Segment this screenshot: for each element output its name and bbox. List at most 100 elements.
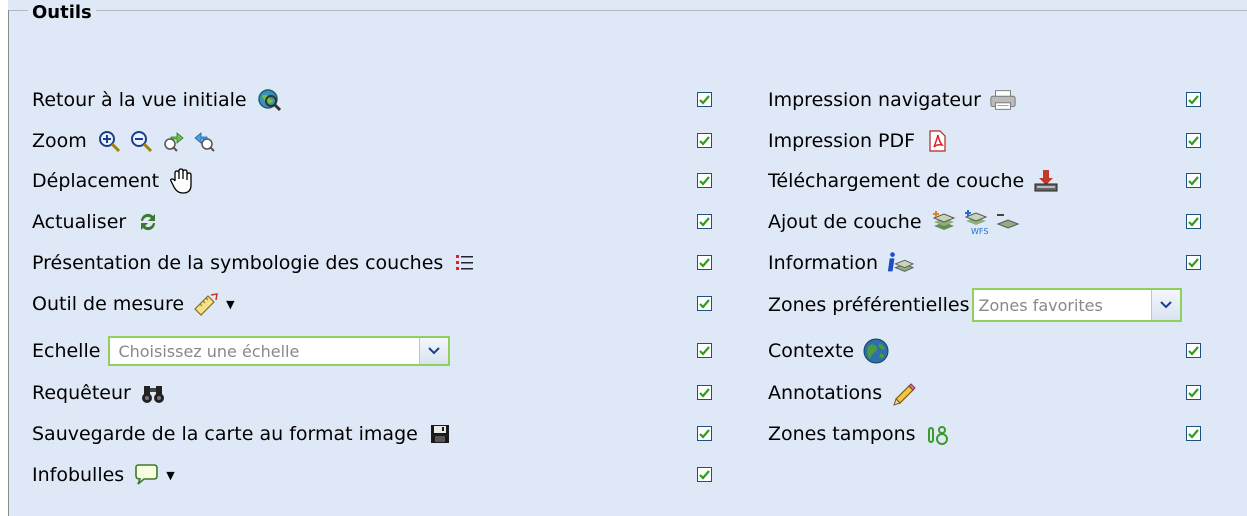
zoom-previous-icon[interactable] (191, 127, 219, 155)
tool-label: Contexte (768, 340, 855, 362)
tool-row-browser-print: Impression navigateur (768, 82, 1021, 118)
tool-label: Zones tampons (768, 423, 916, 445)
checkbox-refresh[interactable] (697, 214, 712, 229)
info-layer-icon[interactable] (886, 249, 914, 277)
tool-label: Retour à la vue initiale (32, 89, 247, 111)
checkmark-icon (1188, 94, 1199, 105)
tool-row-pan: Déplacement (32, 163, 199, 199)
checkbox-zoom[interactable] (697, 133, 712, 148)
checkmark-icon (699, 345, 710, 356)
hand-pan-icon[interactable] (167, 167, 195, 195)
printer-icon[interactable] (989, 86, 1017, 114)
tool-row-refresh: Actualiser (32, 204, 166, 240)
tool-label: Impression PDF (768, 130, 916, 152)
list-legend-icon[interactable] (451, 249, 479, 277)
refresh-icon[interactable] (134, 208, 162, 236)
checkmark-icon (699, 94, 710, 105)
panel-title: Outils (28, 3, 96, 23)
checkmark-icon (699, 298, 710, 309)
tool-label: Outil de mesure (32, 293, 185, 315)
tool-label: Echelle (32, 340, 101, 362)
checkmark-icon (699, 469, 710, 480)
checkmark-icon (699, 428, 710, 439)
checkbox-initial-view[interactable] (697, 92, 712, 107)
chevron-down-icon[interactable] (419, 338, 449, 364)
favorite-zones-select-value: Zones favorites (978, 295, 1103, 315)
add-wfs-layer-icon[interactable]: WFS (962, 208, 990, 236)
checkbox-measure[interactable] (697, 296, 712, 311)
tool-row-buffer-zones: Zones tampons (768, 416, 956, 452)
globe-icon[interactable] (862, 337, 890, 365)
zoom-in-icon[interactable] (95, 127, 123, 155)
tool-label: Infobulles (32, 464, 125, 486)
checkbox-save-image[interactable] (697, 426, 712, 441)
tool-label: Ajout de couche (768, 211, 922, 233)
tool-row-save-image: Sauvegarde de la carte au format image (32, 416, 458, 452)
chevron-down-icon[interactable] (1150, 290, 1180, 320)
checkbox-annotations[interactable] (1186, 385, 1201, 400)
checkbox-pan[interactable] (697, 173, 712, 188)
remove-layer-icon[interactable] (994, 208, 1022, 236)
tool-row-add-layer: Ajout de couche WFS (768, 204, 1026, 240)
binoculars-icon[interactable] (139, 379, 167, 407)
download-tray-icon[interactable] (1032, 167, 1060, 195)
fieldset-border-top (8, 10, 1247, 11)
checkbox-information[interactable] (1186, 255, 1201, 270)
checkmark-icon (1188, 135, 1199, 146)
tool-row-layer-download: Téléchargement de couche (768, 163, 1064, 199)
pdf-icon[interactable] (923, 127, 951, 155)
checkmark-icon (1188, 345, 1199, 356)
tool-row-zoom: Zoom (32, 123, 223, 159)
checkbox-buffer-zones[interactable] (1186, 426, 1201, 441)
checkmark-icon (699, 216, 710, 227)
tool-label: Déplacement (32, 170, 160, 192)
checkmark-icon (1188, 216, 1199, 227)
buffer-zones-icon[interactable] (924, 420, 952, 448)
dropdown-caret-icon[interactable]: ▼ (166, 469, 174, 482)
tool-row-measure: Outil de mesure ▼ (32, 286, 235, 322)
checkbox-tooltips[interactable] (697, 467, 712, 482)
tool-label: Impression navigateur (768, 89, 981, 111)
favorite-zones-select[interactable]: Zones favorites (971, 288, 1182, 322)
ruler-measure-icon[interactable] (192, 290, 220, 318)
tool-label: Actualiser (32, 211, 127, 233)
tool-label: Zoom (32, 130, 87, 152)
checkbox-browser-print[interactable] (1186, 92, 1201, 107)
tool-row-context: Contexte (768, 333, 894, 369)
checkbox-legend[interactable] (697, 255, 712, 270)
checkmark-icon (699, 135, 710, 146)
checkmark-icon (699, 387, 710, 398)
checkmark-icon (1188, 387, 1199, 398)
scale-select[interactable]: Choisissez une échelle (108, 336, 451, 366)
tool-label: Téléchargement de couche (768, 170, 1025, 192)
tool-label: Zones préférentielles (768, 294, 970, 316)
globe-magnifier-icon[interactable] (255, 86, 283, 114)
checkbox-add-layer[interactable] (1186, 214, 1201, 229)
checkbox-layer-download[interactable] (1186, 173, 1201, 188)
tool-row-legend: Présentation de la symbologie des couche… (32, 245, 483, 281)
checkmark-icon (699, 257, 710, 268)
checkmark-icon (1188, 175, 1199, 186)
svg-text:WFS: WFS (971, 227, 988, 235)
tool-label: Présentation de la symbologie des couche… (32, 252, 444, 274)
checkmark-icon (1188, 428, 1199, 439)
tool-label: Requêteur (32, 382, 131, 404)
speech-bubble-icon[interactable] (132, 461, 160, 489)
add-layer-icon[interactable] (930, 208, 958, 236)
scale-select-placeholder: Choisissez une échelle (118, 341, 300, 361)
tool-label: Sauvegarde de la carte au format image (32, 423, 418, 445)
checkmark-icon (699, 175, 710, 186)
tool-label: Annotations (768, 382, 883, 404)
dropdown-caret-icon[interactable]: ▼ (226, 298, 234, 311)
checkbox-pdf-print[interactable] (1186, 133, 1201, 148)
tool-label: Information (768, 252, 878, 274)
tool-row-initial-view: Retour à la vue initiale (32, 82, 287, 118)
tool-row-information: Information (768, 245, 918, 281)
floppy-disk-icon[interactable] (426, 420, 454, 448)
zoom-next-icon[interactable] (159, 127, 187, 155)
pencil-icon[interactable] (890, 379, 918, 407)
checkbox-scale[interactable] (697, 343, 712, 358)
checkbox-query[interactable] (697, 385, 712, 400)
checkbox-context[interactable] (1186, 343, 1201, 358)
zoom-out-icon[interactable] (127, 127, 155, 155)
